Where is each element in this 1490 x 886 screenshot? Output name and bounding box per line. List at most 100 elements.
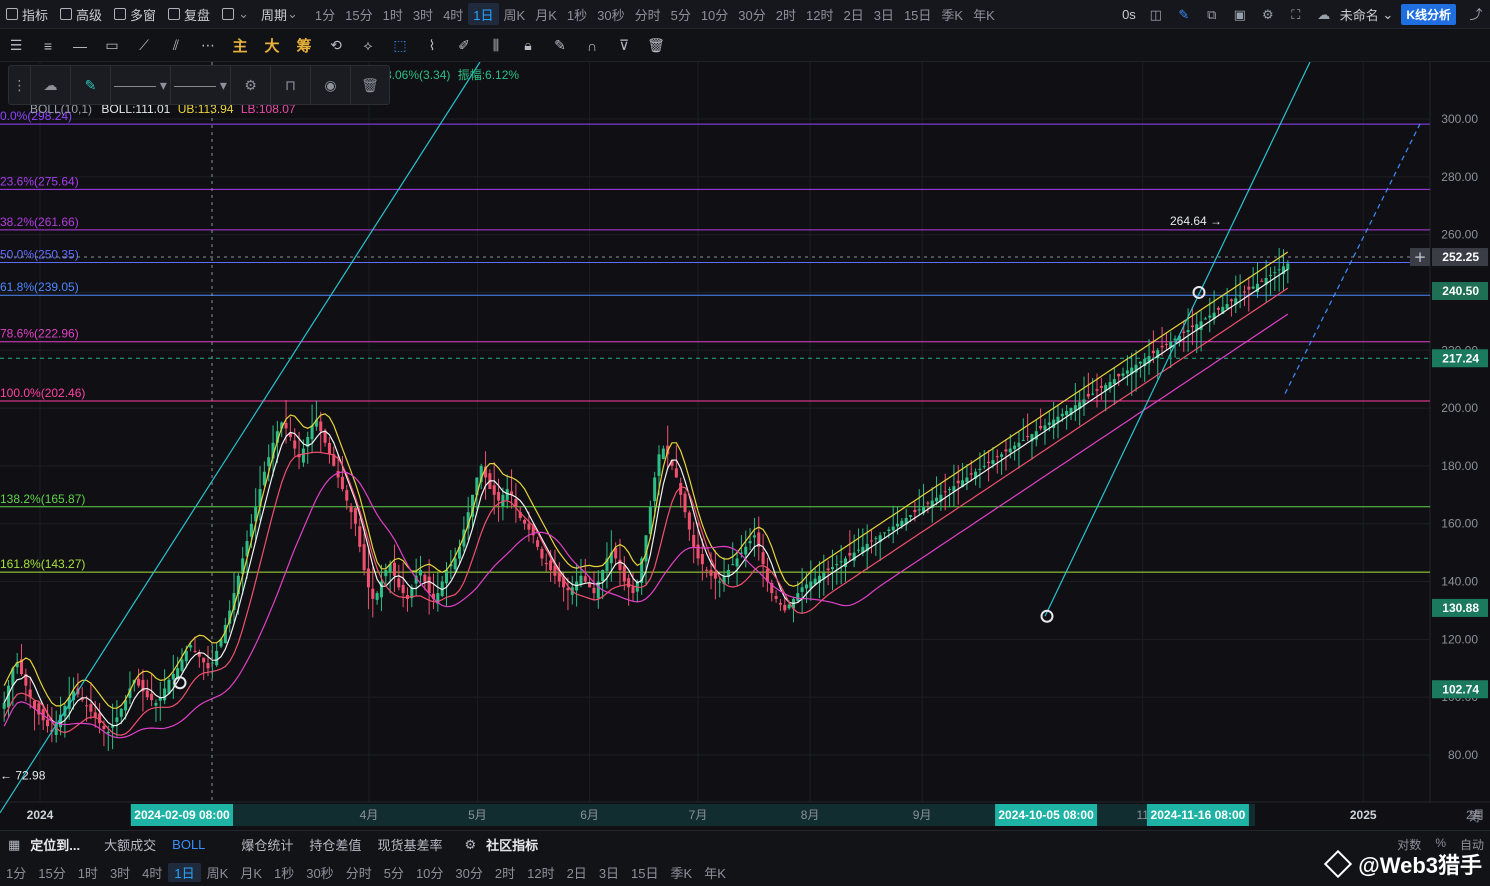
line-color-icon[interactable]: ✎: [71, 65, 111, 105]
timeframe-tab[interactable]: 年K: [968, 0, 1000, 29]
timeframe-tab[interactable]: 3日: [869, 0, 899, 29]
timeframe-tab[interactable]: 5分: [666, 0, 696, 29]
bottom-timeframe-tab[interactable]: 30秒: [300, 863, 339, 882]
lock-icon[interactable]: 🔒︎: [512, 37, 544, 54]
bottom-timeframe-tab[interactable]: 15日: [625, 863, 664, 882]
parallel-channel-icon[interactable]: ⫽: [160, 37, 192, 54]
timeframe-tab[interactable]: 2日: [838, 0, 868, 29]
big-toggle[interactable]: 大: [256, 35, 288, 56]
ray-icon[interactable]: ⟋: [128, 37, 160, 54]
timeframe-tab[interactable]: 10分: [696, 0, 733, 29]
popout-icon[interactable]: ⧉: [1205, 7, 1219, 22]
timeframe-tab[interactable]: 30秒: [592, 0, 629, 29]
menu-lines-icon[interactable]: ≡: [32, 38, 64, 54]
camera-icon[interactable]: ◫: [1149, 7, 1163, 22]
bottom-timeframe-tab[interactable]: 周K: [201, 863, 235, 882]
bottom-timeframe-tab[interactable]: 分时: [340, 863, 378, 882]
visibility-icon[interactable]: ◉: [311, 65, 351, 105]
oi-diff-tab[interactable]: 持仓差值: [301, 835, 369, 854]
top-menu-3[interactable]: 复盘: [162, 0, 216, 29]
top-menu-4[interactable]: ⌄: [216, 0, 255, 29]
bottom-timeframe-tab[interactable]: 4时: [136, 863, 168, 882]
bottom-timeframe-tab[interactable]: 15分: [32, 863, 71, 882]
template-cloud-icon[interactable]: ☁: [31, 65, 71, 105]
bottom-timeframe-tab[interactable]: 2时: [489, 863, 521, 882]
community-icon[interactable]: ⚙: [456, 837, 478, 853]
magnet-icon[interactable]: ∩: [576, 38, 608, 54]
horizontal-line-icon[interactable]: —: [64, 38, 96, 54]
bottom-timeframe-tab[interactable]: 年K: [698, 863, 732, 882]
pen-icon[interactable]: ✎: [1177, 7, 1191, 22]
rectangle-icon[interactable]: ▭: [96, 37, 128, 54]
timeframe-tab[interactable]: 1秒: [562, 0, 592, 29]
lock-icon[interactable]: ⊓: [271, 65, 311, 105]
timeframe-tab[interactable]: 1时: [378, 0, 408, 29]
bottom-timeframe-tab[interactable]: 季K: [665, 863, 699, 882]
brush-icon[interactable]: ✐: [448, 37, 480, 54]
boll-tab[interactable]: BOLL: [164, 837, 213, 852]
measure-icon[interactable]: ⟡: [352, 37, 384, 54]
timeframe-tab[interactable]: 季K: [936, 0, 968, 29]
timeframe-tab[interactable]: 15日: [899, 0, 936, 29]
top-menu-2[interactable]: 多窗: [108, 0, 162, 29]
select-icon[interactable]: ⬚: [384, 37, 416, 54]
timeframe-tab[interactable]: 2时: [771, 0, 801, 29]
basis-rate-tab[interactable]: 现货基差率: [369, 835, 450, 854]
layout-name-dropdown[interactable]: 未命名 ⌄: [1338, 0, 1396, 29]
timeframe-tab[interactable]: 4时: [438, 0, 468, 29]
k-analysis-button[interactable]: K线分析: [1401, 4, 1456, 25]
top-menu-5[interactable]: 周期 ⌄: [255, 0, 304, 29]
template-icon[interactable]: ▣: [1233, 7, 1247, 22]
candle-body: [514, 498, 518, 507]
bottom-timeframe-tab[interactable]: 5分: [378, 863, 410, 882]
ruler-icon[interactable]: ⌇: [416, 37, 448, 54]
bottom-timeframe-tab[interactable]: 月K: [234, 863, 268, 882]
line-style-dropdown[interactable]: ——— ▾: [171, 65, 231, 105]
price-tag-label: 217.24: [1442, 351, 1479, 365]
calendar-icon[interactable]: ▦: [0, 837, 22, 853]
line-width-dropdown[interactable]: ——— ▾: [111, 65, 171, 105]
trash-icon[interactable]: 🗑︎: [640, 37, 672, 54]
note-icon[interactable]: ✎: [544, 37, 576, 54]
timeframe-tab[interactable]: 30分: [733, 0, 770, 29]
bottom-timeframe-tab[interactable]: 2日: [561, 863, 593, 882]
large-trade-tab[interactable]: 大额成交: [96, 835, 164, 854]
main-toggle[interactable]: 主: [224, 35, 256, 56]
timeframe-tab[interactable]: 1分: [310, 0, 340, 29]
bottom-timeframe-tab[interactable]: 1分: [0, 863, 32, 882]
liquidation-tab[interactable]: 爆仓统计: [233, 835, 301, 854]
timeframe-tab[interactable]: 分时: [630, 0, 666, 29]
settings-icon[interactable]: ⚙: [1261, 7, 1275, 22]
timeframe-tab[interactable]: 月K: [530, 0, 562, 29]
share-icon[interactable]: ⤴: [1469, 7, 1483, 22]
community-indicator-tab[interactable]: 社区指标: [478, 835, 546, 854]
delete-icon[interactable]: 🗑︎: [351, 65, 389, 105]
fullscreen-icon[interactable]: ⛶: [1289, 7, 1303, 22]
timeframe-tab[interactable]: 12时: [801, 0, 838, 29]
bottom-timeframe-tab[interactable]: 3时: [104, 863, 136, 882]
timeframe-tab[interactable]: 周K: [499, 0, 531, 29]
bottom-timeframe-tab[interactable]: 1秒: [268, 863, 300, 882]
candle-pattern-icon[interactable]: ⫼: [480, 37, 512, 54]
timeframe-tab[interactable]: 3时: [408, 0, 438, 29]
collapse-icon[interactable]: ☰: [0, 37, 32, 54]
goto-button[interactable]: 定位到...: [22, 835, 88, 854]
replay-chart-icon[interactable]: ⟲: [320, 37, 352, 54]
bottom-timeframe-tab[interactable]: 10分: [410, 863, 449, 882]
bottom-timeframe-tab[interactable]: 12时: [521, 863, 560, 882]
filter-icon[interactable]: ⊽: [608, 37, 640, 54]
more-tools-icon[interactable]: ⋯: [192, 37, 224, 54]
bottom-timeframe-tab[interactable]: 3日: [593, 863, 625, 882]
bottom-timeframe-tab[interactable]: 30分: [449, 863, 488, 882]
bottom-timeframe-tab[interactable]: 1时: [72, 863, 104, 882]
price-chart[interactable]: 80.00100.00120.00140.00160.00180.00200.0…: [0, 62, 1490, 830]
bottom-timeframe-tab[interactable]: 1日: [168, 862, 201, 882]
top-menu-1[interactable]: 高级: [54, 0, 108, 29]
drag-handle-icon[interactable]: ⋮: [9, 65, 31, 105]
timeframe-tab[interactable]: 1日: [468, 3, 499, 25]
timeframe-tab[interactable]: 15分: [340, 0, 377, 29]
top-menu-0[interactable]: 指标: [0, 0, 54, 29]
settings-icon[interactable]: ⚙: [231, 65, 271, 105]
chip-corner-label[interactable]: 筹: [1469, 806, 1482, 825]
chip-toggle[interactable]: 筹: [288, 35, 320, 56]
